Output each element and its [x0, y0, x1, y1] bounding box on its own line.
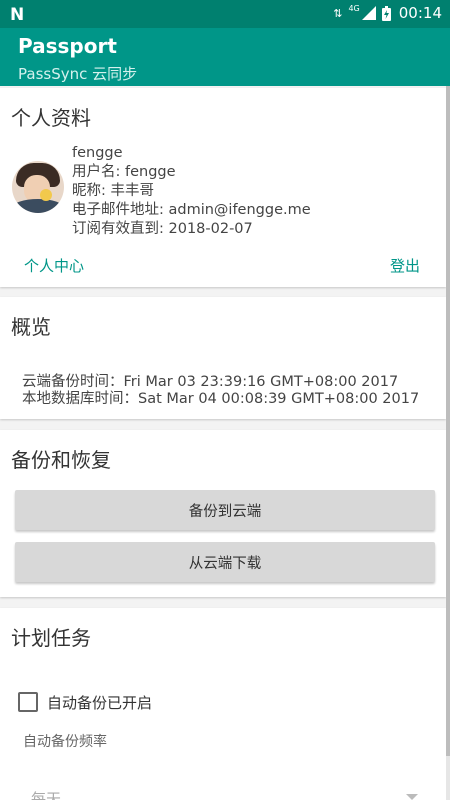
signal-icon: 4G: [348, 4, 376, 20]
cloud-backup-time: 云端备份时间：Fri Mar 03 23:39:16 GMT+08:00 201…: [22, 374, 399, 390]
profile-nickname: 昵称: 丰丰哥: [72, 183, 154, 199]
auto-backup-checkbox[interactable]: [18, 692, 38, 712]
app-bar: Passport PassSync 云同步: [0, 28, 450, 86]
data-transfer-icon: ⇅: [333, 6, 343, 20]
scrollbar[interactable]: [446, 86, 450, 756]
overview-card-title: 概览: [11, 315, 51, 339]
profile-card-title: 个人资料: [11, 106, 91, 130]
dropdown-arrow-icon[interactable]: [406, 794, 418, 800]
app-title: Passport: [18, 34, 117, 58]
main-content[interactable]: 个人资料 fengge 用户名: fengge 昵称: 丰丰哥 电子邮件地址: …: [0, 86, 446, 800]
profile-username: 用户名: fengge: [72, 164, 176, 180]
schedule-card: 计划任务 自动备份已开启 自动备份频率 每天: [0, 608, 446, 800]
clock: 00:14: [398, 4, 442, 22]
download-from-cloud-button[interactable]: 从云端下载: [15, 542, 435, 582]
status-icons: ⇅ 4G 00:14: [333, 4, 442, 22]
network-type-label: 4G: [348, 4, 360, 13]
backup-frequency-label: 自动备份频率: [23, 734, 107, 750]
user-center-link[interactable]: 个人中心: [24, 255, 84, 276]
profile-subscription: 订阅有效直到: 2018-02-07: [72, 221, 253, 237]
schedule-card-title: 计划任务: [11, 626, 91, 650]
notification-n-icon: N: [10, 5, 25, 25]
logout-link[interactable]: 登出: [390, 255, 420, 276]
battery-charging-icon: [381, 5, 391, 21]
avatar: [12, 161, 64, 213]
overview-lines: 云端备份时间：Fri Mar 03 23:39:16 GMT+08:00 201…: [22, 374, 419, 408]
profile-display-name: fengge: [72, 145, 123, 161]
status-bar: N ⇅ 4G 00:14: [0, 0, 450, 28]
backup-frequency-select[interactable]: 每天: [31, 788, 61, 800]
profile-info: fengge 用户名: fengge 昵称: 丰丰哥 电子邮件地址: admin…: [72, 144, 311, 239]
overview-card: 概览 云端备份时间：Fri Mar 03 23:39:16 GMT+08:00 …: [0, 297, 446, 419]
profile-email: 电子邮件地址: admin@ifengge.me: [72, 202, 311, 218]
local-db-time: 本地数据库时间：Sat Mar 04 00:08:39 GMT+08:00 20…: [22, 391, 420, 407]
auto-backup-label[interactable]: 自动备份已开启: [47, 692, 152, 713]
signal-bars-icon: [361, 6, 376, 20]
profile-card: 个人资料 fengge 用户名: fengge 昵称: 丰丰哥 电子邮件地址: …: [0, 88, 446, 287]
app-subtitle: PassSync 云同步: [18, 65, 138, 83]
backup-card-title: 备份和恢复: [11, 448, 111, 472]
backup-card: 备份和恢复 备份到云端 从云端下载: [0, 430, 446, 597]
backup-to-cloud-button[interactable]: 备份到云端: [15, 490, 435, 530]
